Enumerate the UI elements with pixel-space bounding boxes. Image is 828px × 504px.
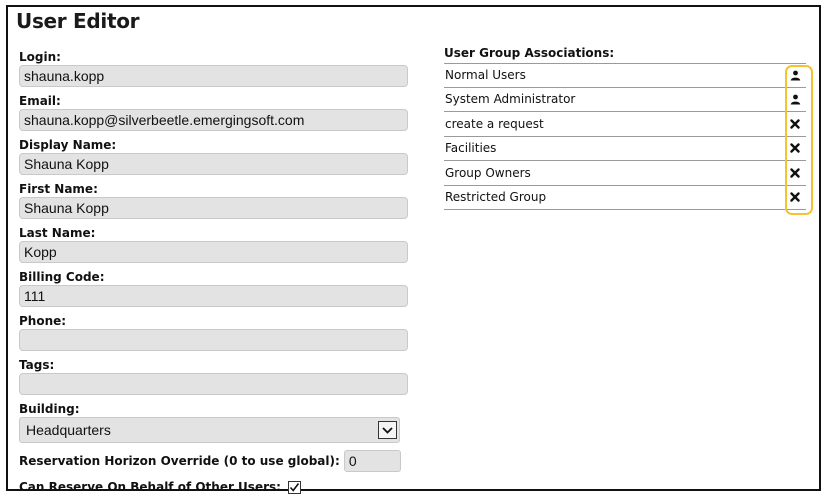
display-name-label: Display Name: [19,138,117,152]
phone-input[interactable] [19,329,408,351]
group-row: create a request [444,112,806,137]
login-input[interactable]: shauna.kopp [19,65,408,87]
on-behalf-row: Can Reserve On Behalf of Other Users: [19,480,409,494]
group-name: Restricted Group [445,190,547,205]
user-icon[interactable] [784,89,806,109]
billing-code-label: Billing Code: [19,270,105,284]
building-selected-value: Headquarters [26,422,111,438]
group-name: Facilities [445,141,497,156]
user-icon[interactable] [784,65,806,85]
on-behalf-checkbox[interactable] [287,480,301,494]
horizon-input[interactable]: 0 [343,450,401,472]
building-select[interactable]: Headquarters [19,417,400,443]
group-name: Normal Users [445,68,526,83]
horizon-label: Reservation Horizon Override (0 to use g… [19,454,340,468]
tags-label: Tags: [19,358,55,372]
group-row: Restricted Group [444,186,806,210]
email-input[interactable]: shauna.kopp@silverbeetle.emergingsoft.co… [19,109,408,131]
billing-code-input[interactable]: 111 [19,285,408,307]
login-label: Login: [19,50,61,64]
groups-heading: User Group Associations: [444,46,615,60]
page-title: User Editor [16,9,140,33]
group-row: Normal Users [444,63,806,88]
group-name: Group Owners [445,165,531,180]
group-row: System Administrator [444,88,806,112]
user-form: Login: shauna.kopp Email: shauna.kopp@si… [19,50,409,494]
remove-icon[interactable] [784,138,806,158]
group-name: System Administrator [445,92,576,107]
horizon-row: Reservation Horizon Override (0 to use g… [19,450,409,472]
on-behalf-label: Can Reserve On Behalf of Other Users: [19,480,281,494]
tags-input[interactable] [19,373,408,395]
group-name: create a request [445,116,544,131]
user-group-associations: User Group Associations: Normal Users Sys… [444,43,806,210]
group-row: Group Owners [444,161,806,186]
last-name-input[interactable]: Kopp [19,241,408,263]
user-editor-panel: User Editor Login: shauna.kopp Email: sh… [6,5,821,494]
last-name-label: Last Name: [19,226,96,240]
remove-icon[interactable] [784,163,806,183]
checkmark-icon [289,482,300,492]
first-name-input[interactable]: Shauna Kopp [19,197,408,219]
phone-label: Phone: [19,314,67,328]
remove-icon[interactable] [784,114,806,134]
display-name-input[interactable]: Shauna Kopp [19,153,408,175]
chevron-down-icon[interactable] [378,421,397,439]
email-label: Email: [19,94,61,108]
group-row: Facilities [444,137,806,161]
group-list: Normal Users System Administrator create a… [444,63,806,210]
first-name-label: First Name: [19,182,98,196]
remove-icon[interactable] [784,187,806,207]
building-label: Building: [19,402,80,416]
